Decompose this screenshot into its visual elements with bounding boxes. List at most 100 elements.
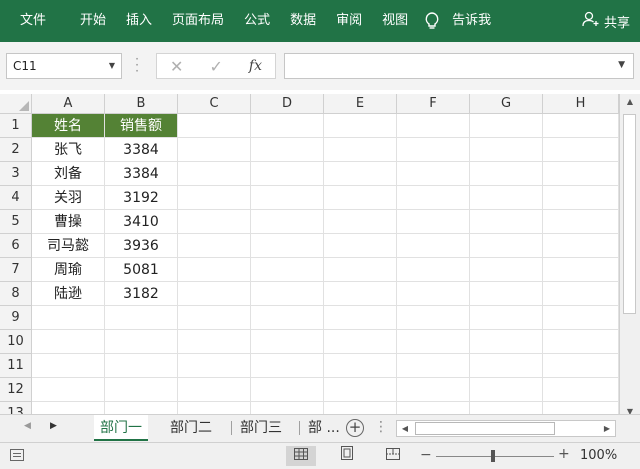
sheet-tab-4[interactable]: 部 ... bbox=[302, 415, 346, 441]
cell-g7[interactable] bbox=[470, 258, 543, 282]
zoom-level[interactable]: 100% bbox=[580, 448, 617, 463]
cell-a1[interactable]: 姓名 bbox=[32, 114, 105, 138]
cell-d2[interactable] bbox=[251, 138, 324, 162]
cell-c7[interactable] bbox=[178, 258, 251, 282]
cell-h10[interactable] bbox=[543, 330, 619, 354]
sheet-tab-2[interactable]: 部门二 bbox=[164, 415, 218, 441]
cell-a8[interactable]: 陆逊 bbox=[32, 282, 105, 306]
cell-c1[interactable] bbox=[178, 114, 251, 138]
column-header-e[interactable]: E bbox=[324, 94, 397, 114]
row-header-10[interactable]: 10 bbox=[0, 330, 32, 354]
cell-a11[interactable] bbox=[32, 354, 105, 378]
sheet-tab-3[interactable]: 部门三 bbox=[234, 415, 288, 441]
column-header-h[interactable]: H bbox=[543, 94, 619, 114]
cell-e12[interactable] bbox=[324, 378, 397, 402]
cell-f6[interactable] bbox=[397, 234, 470, 258]
tab-data[interactable]: 数据 bbox=[280, 0, 326, 42]
cell-e11[interactable] bbox=[324, 354, 397, 378]
cell-f7[interactable] bbox=[397, 258, 470, 282]
tab-insert[interactable]: 插入 bbox=[116, 0, 162, 42]
cell-b1[interactable]: 销售额 bbox=[105, 114, 178, 138]
cell-e9[interactable] bbox=[324, 306, 397, 330]
column-header-g[interactable]: G bbox=[470, 94, 543, 114]
row-header-7[interactable]: 7 bbox=[0, 258, 32, 282]
cell-a9[interactable] bbox=[32, 306, 105, 330]
share-button[interactable]: 共享 bbox=[582, 11, 640, 31]
vertical-scrollbar[interactable]: ▲ ▼ bbox=[619, 94, 640, 420]
cell-f3[interactable] bbox=[397, 162, 470, 186]
expand-formula-icon[interactable]: ▼ bbox=[618, 60, 625, 70]
sheet-tab-1[interactable]: 部门一 bbox=[94, 415, 148, 441]
tell-me-box[interactable]: 告诉我 bbox=[442, 0, 501, 42]
cell-h11[interactable] bbox=[543, 354, 619, 378]
row-header-11[interactable]: 11 bbox=[0, 354, 32, 378]
cell-g8[interactable] bbox=[470, 282, 543, 306]
row-header-12[interactable]: 12 bbox=[0, 378, 32, 402]
insert-function-button[interactable]: fx bbox=[249, 58, 262, 74]
cell-b7[interactable]: 5081 bbox=[105, 258, 178, 282]
cell-c2[interactable] bbox=[178, 138, 251, 162]
sheet-next-icon[interactable]: ▶ bbox=[50, 421, 57, 431]
cell-h2[interactable] bbox=[543, 138, 619, 162]
cell-h5[interactable] bbox=[543, 210, 619, 234]
cell-c10[interactable] bbox=[178, 330, 251, 354]
cell-a12[interactable] bbox=[32, 378, 105, 402]
zoom-slider-thumb[interactable] bbox=[491, 450, 495, 462]
tab-home[interactable]: 开始 bbox=[70, 0, 116, 42]
scroll-up-icon[interactable]: ▲ bbox=[620, 94, 640, 110]
cell-d7[interactable] bbox=[251, 258, 324, 282]
cell-a7[interactable]: 周瑜 bbox=[32, 258, 105, 282]
cell-e2[interactable] bbox=[324, 138, 397, 162]
cell-a6[interactable]: 司马懿 bbox=[32, 234, 105, 258]
scroll-left-icon[interactable]: ◀ bbox=[397, 421, 413, 436]
cell-f9[interactable] bbox=[397, 306, 470, 330]
worksheet-grid[interactable]: ABCDEFGH 1 2 3 4 5 6 7 8 9 10 11 12 13 姓名 销售额 张飞 3384 刘备… bbox=[0, 90, 640, 420]
cell-c3[interactable] bbox=[178, 162, 251, 186]
cell-h1[interactable] bbox=[543, 114, 619, 138]
tab-formulas[interactable]: 公式 bbox=[234, 0, 280, 42]
cell-g3[interactable] bbox=[470, 162, 543, 186]
row-header-6[interactable]: 6 bbox=[0, 234, 32, 258]
cell-g9[interactable] bbox=[470, 306, 543, 330]
cell-a3[interactable]: 刘备 bbox=[32, 162, 105, 186]
zoom-slider[interactable] bbox=[436, 456, 554, 457]
column-header-c[interactable]: C bbox=[178, 94, 251, 114]
cell-a2[interactable]: 张飞 bbox=[32, 138, 105, 162]
row-header-4[interactable]: 4 bbox=[0, 186, 32, 210]
cell-f1[interactable] bbox=[397, 114, 470, 138]
cell-a5[interactable]: 曹操 bbox=[32, 210, 105, 234]
cell-b9[interactable] bbox=[105, 306, 178, 330]
row-header-2[interactable]: 2 bbox=[0, 138, 32, 162]
cell-h9[interactable] bbox=[543, 306, 619, 330]
cell-b11[interactable] bbox=[105, 354, 178, 378]
cell-d12[interactable] bbox=[251, 378, 324, 402]
cell-h12[interactable] bbox=[543, 378, 619, 402]
cell-c12[interactable] bbox=[178, 378, 251, 402]
row-header-8[interactable]: 8 bbox=[0, 282, 32, 306]
cell-d10[interactable] bbox=[251, 330, 324, 354]
scroll-right-icon[interactable]: ▶ bbox=[599, 421, 615, 436]
cell-e8[interactable] bbox=[324, 282, 397, 306]
row-header-9[interactable]: 9 bbox=[0, 306, 32, 330]
formula-input[interactable]: ▼ bbox=[284, 53, 634, 79]
cell-d4[interactable] bbox=[251, 186, 324, 210]
cell-b5[interactable]: 3410 bbox=[105, 210, 178, 234]
cell-d8[interactable] bbox=[251, 282, 324, 306]
chevron-down-icon[interactable]: ▼ bbox=[109, 54, 115, 78]
cell-h3[interactable] bbox=[543, 162, 619, 186]
horizontal-scroll-thumb[interactable] bbox=[415, 422, 555, 435]
cell-h6[interactable] bbox=[543, 234, 619, 258]
cell-b10[interactable] bbox=[105, 330, 178, 354]
cell-f8[interactable] bbox=[397, 282, 470, 306]
cell-c5[interactable] bbox=[178, 210, 251, 234]
tab-page-layout[interactable]: 页面布局 bbox=[162, 0, 234, 42]
cell-c11[interactable] bbox=[178, 354, 251, 378]
zoom-in-button[interactable]: + bbox=[558, 446, 570, 462]
cell-e4[interactable] bbox=[324, 186, 397, 210]
drag-handle-icon[interactable]: ⋮ bbox=[374, 419, 388, 435]
cell-d6[interactable] bbox=[251, 234, 324, 258]
confirm-icon[interactable]: ✓ bbox=[209, 57, 222, 76]
column-header-f[interactable]: F bbox=[397, 94, 470, 114]
cell-f2[interactable] bbox=[397, 138, 470, 162]
column-header-d[interactable]: D bbox=[251, 94, 324, 114]
